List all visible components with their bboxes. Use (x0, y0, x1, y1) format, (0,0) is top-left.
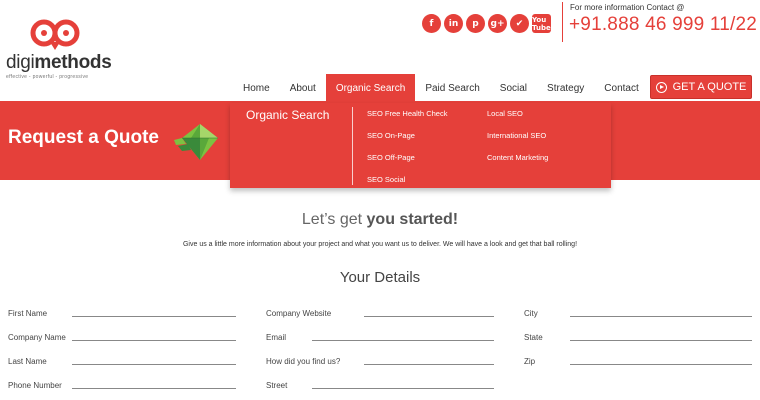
main-nav: Home About Organic Search Paid Search So… (233, 74, 649, 102)
site-header: digimethods effective - powerful - progr… (0, 0, 760, 102)
header-divider (562, 2, 563, 42)
nav-item-about[interactable]: About (280, 74, 326, 102)
how-did-you-find-us-label: How did you find us? (266, 357, 341, 366)
company-website-label: Company Website (266, 309, 332, 318)
dropdown-link-seo-free-health-check[interactable]: SEO Free Health Check (367, 109, 447, 118)
facebook-icon[interactable]: f (422, 14, 441, 33)
page-title: Request a Quote (8, 127, 159, 148)
company-website-input[interactable] (364, 316, 494, 317)
dropdown-link-international-seo[interactable]: International SEO (487, 131, 546, 140)
dropdown-separator (352, 107, 353, 185)
dropdown-link-seo-off-page[interactable]: SEO Off-Page (367, 153, 415, 162)
logo-text: digimethods (6, 52, 112, 74)
state-input[interactable] (570, 340, 752, 341)
phone-number-input[interactable] (72, 388, 236, 389)
nav-item-organic-search[interactable]: Organic Search (325, 74, 416, 102)
intro-text: Give us a little more information about … (182, 241, 578, 248)
bird-icon[interactable]: ✔ (510, 14, 529, 33)
nav-item-home[interactable]: Home (233, 74, 280, 102)
infinity-logo-icon (30, 19, 80, 50)
logo-tagline: effective - powerful - progressive (6, 74, 89, 80)
nav-item-paid-search[interactable]: Paid Search (415, 74, 489, 102)
linkedin-icon[interactable]: in (444, 14, 463, 33)
google-plus-icon[interactable]: g+ (488, 14, 507, 33)
get-a-quote-label: GET A QUOTE (672, 81, 747, 93)
youtube-icon[interactable]: You Tube (532, 14, 551, 33)
social-links: f in p g+ ✔ You Tube (422, 14, 551, 34)
pinterest-icon[interactable]: p (466, 14, 485, 33)
dropdown-link-seo-on-page[interactable]: SEO On-Page (367, 131, 415, 140)
dropdown-link-content-marketing[interactable]: Content Marketing (487, 153, 548, 162)
city-label: City (524, 309, 538, 318)
email-input[interactable] (312, 340, 494, 341)
dropdown-title[interactable]: Organic Search (246, 108, 329, 122)
contact-label: For more information Contact @ (570, 3, 685, 12)
diamond-gem-icon (174, 124, 218, 160)
last-name-label: Last Name (8, 357, 47, 366)
street-input[interactable] (312, 388, 494, 389)
company-name-input[interactable] (72, 340, 236, 341)
state-label: State (524, 333, 543, 342)
logo-text-light: digi (6, 52, 35, 73)
first-name-input[interactable] (72, 316, 236, 317)
street-label: Street (266, 381, 288, 390)
how-did-you-find-us-input[interactable] (364, 364, 494, 365)
email-label: Email (266, 333, 287, 342)
nav-item-strategy[interactable]: Strategy (537, 74, 594, 102)
company-name-label: Company Name (8, 333, 66, 342)
lets-heading-light: Let’s get (301, 211, 367, 228)
phone-number[interactable]: +91.888 46 999 11/22 (569, 14, 757, 36)
brand-logo[interactable]: digimethods effective - powerful - progr… (6, 18, 116, 84)
lets-heading-bold: you started! (366, 211, 459, 228)
play-circle-icon (655, 81, 667, 93)
lets-get-started-heading: Let’s get you started! (0, 211, 760, 229)
first-name-label: First Name (8, 309, 48, 318)
dropdown-link-local-seo[interactable]: Local SEO (487, 109, 523, 118)
organic-search-dropdown: Organic Search SEO Free Health Check SEO… (230, 103, 611, 188)
zip-label: Zip (524, 357, 536, 366)
get-a-quote-button[interactable]: GET A QUOTE (650, 75, 752, 99)
phone-number-label: Phone Number (8, 381, 62, 390)
last-name-input[interactable] (72, 364, 236, 365)
nav-item-contact[interactable]: Contact (594, 74, 648, 102)
logo-text-bold: methods (34, 52, 112, 73)
your-details-heading: Your Details (339, 269, 421, 286)
city-input[interactable] (570, 316, 752, 317)
nav-item-social[interactable]: Social (490, 74, 537, 102)
zip-input[interactable] (570, 364, 752, 365)
dropdown-link-seo-social[interactable]: SEO Social (367, 175, 405, 184)
